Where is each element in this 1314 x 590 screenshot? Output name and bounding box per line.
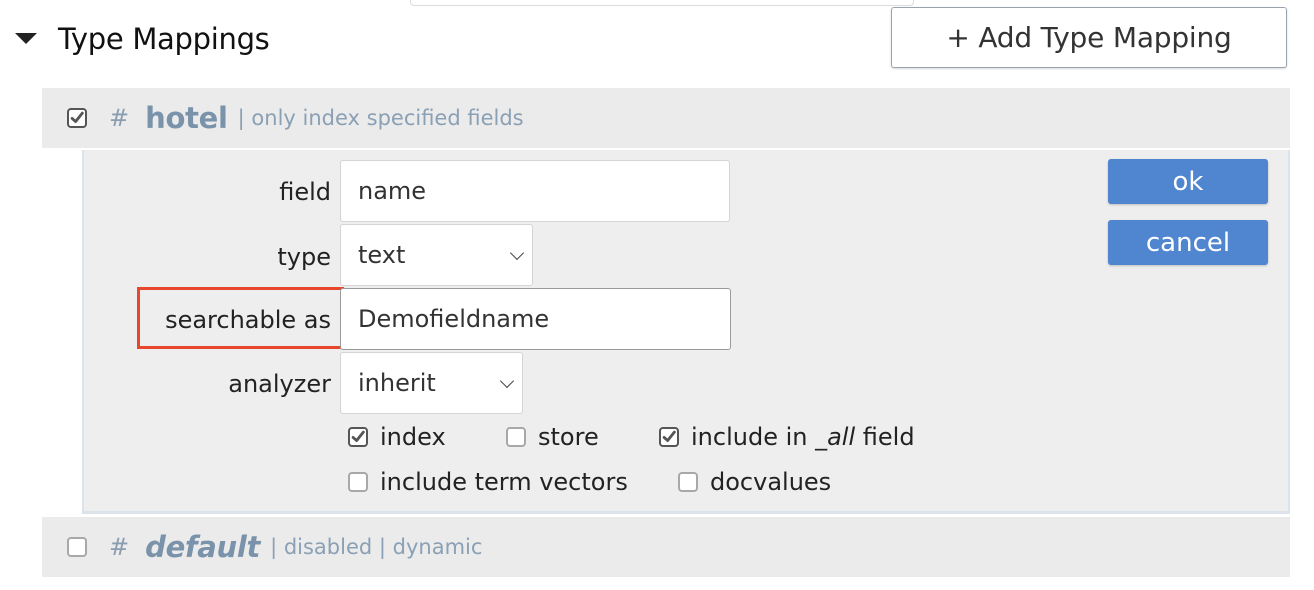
option-include-term-vectors[interactable]: include term vectors: [348, 468, 628, 496]
include-in-all-label: include in _all field: [691, 423, 915, 451]
include-term-vectors-label: include term vectors: [380, 468, 628, 496]
store-label: store: [538, 423, 599, 451]
include-in-all-em: _all: [815, 423, 856, 451]
docvalues-checkbox[interactable]: [678, 472, 698, 492]
store-checkbox[interactable]: [506, 427, 526, 447]
include-in-all-checkbox[interactable]: [659, 427, 679, 447]
add-type-mapping-button[interactable]: + Add Type Mapping: [891, 7, 1287, 68]
checkmark-icon: [351, 430, 365, 442]
type-mapping-meta: | only index specified fields: [237, 106, 524, 130]
searchable-as-input[interactable]: Demofieldname: [340, 288, 731, 350]
index-checkbox[interactable]: [348, 427, 368, 447]
searchable-as-label: searchable as: [165, 306, 331, 334]
analyzer-select[interactable]: inherit: [340, 352, 523, 414]
checkmark-icon: [662, 430, 676, 442]
type-select-value: text: [358, 241, 406, 269]
analyzer-select-value: inherit: [358, 369, 436, 397]
section-title: Type Mappings: [58, 22, 270, 56]
default-enabled-checkbox[interactable]: [67, 537, 87, 557]
field-label: field: [279, 178, 331, 206]
chevron-down-icon: [499, 373, 515, 389]
option-index[interactable]: index: [348, 423, 446, 451]
type-mapping-row-default[interactable]: # default | disabled | dynamic: [42, 517, 1290, 577]
cancel-button[interactable]: cancel: [1108, 220, 1268, 265]
type-label: type: [277, 243, 331, 271]
option-store[interactable]: store: [506, 423, 599, 451]
index-label: index: [380, 423, 446, 451]
include-in-all-prefix: include in: [691, 423, 816, 451]
analyzer-label: analyzer: [228, 370, 331, 398]
type-mapping-meta: | disabled | dynamic: [270, 535, 483, 559]
include-in-all-suffix: field: [855, 423, 915, 451]
chevron-down-icon: [509, 245, 525, 261]
hash-symbol: #: [109, 104, 130, 132]
type-mapping-name[interactable]: hotel: [145, 101, 228, 135]
type-mapping-row-hotel[interactable]: # hotel | only index specified fields: [42, 88, 1290, 148]
checkmark-icon: [70, 111, 84, 123]
hash-symbol: #: [109, 533, 130, 561]
caret-down-icon[interactable]: [15, 33, 37, 44]
top-input-field[interactable]: [410, 0, 914, 6]
type-select[interactable]: text: [340, 224, 533, 286]
include-term-vectors-checkbox[interactable]: [348, 472, 368, 492]
option-include-in-all[interactable]: include in _all field: [659, 423, 915, 451]
docvalues-label: docvalues: [710, 468, 832, 496]
ok-button[interactable]: ok: [1108, 159, 1268, 204]
field-input[interactable]: name: [340, 160, 730, 222]
option-docvalues[interactable]: docvalues: [678, 468, 831, 496]
type-mapping-name[interactable]: default: [145, 530, 260, 564]
hotel-enabled-checkbox[interactable]: [67, 108, 87, 128]
